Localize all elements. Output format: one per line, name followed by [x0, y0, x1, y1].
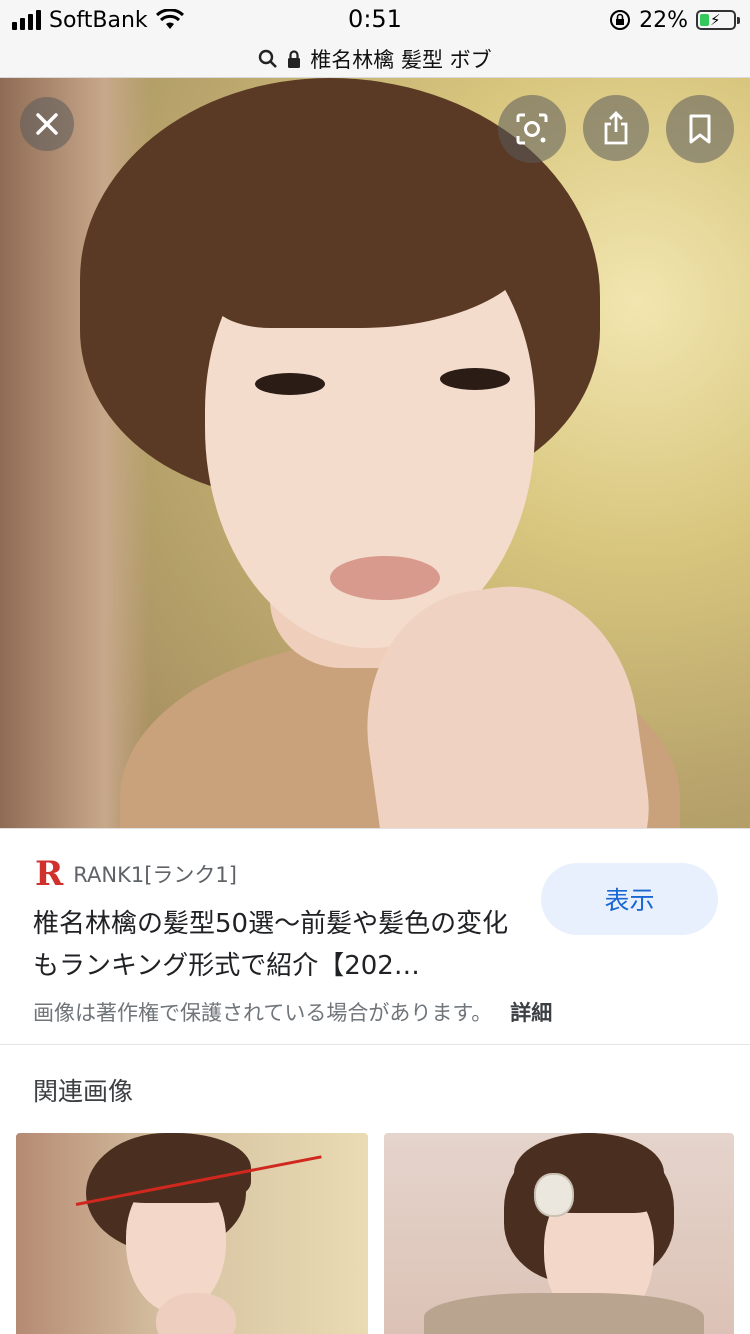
- source-name: RANK1[ランク1]: [73, 863, 237, 887]
- related-image-thumbnail[interactable]: [16, 1133, 368, 1334]
- status-bar: SoftBank 0:51 22% ⚡: [0, 0, 750, 40]
- search-icon: [259, 49, 278, 68]
- search-query: 椎名林檎 髪型 ボブ: [310, 47, 492, 72]
- result-info-panel: R RANK1[ランク1] 椎名林檎の髪型50選〜前髪や髪色の変化もランキング形…: [0, 828, 750, 1045]
- main-image[interactable]: [0, 78, 750, 828]
- source-link[interactable]: R RANK1[ランク1]: [35, 857, 237, 891]
- details-link[interactable]: 詳細: [510, 997, 552, 1027]
- share-icon: [604, 111, 628, 145]
- address-bar[interactable]: 椎名林檎 髪型 ボブ: [0, 40, 750, 78]
- battery-percent: 22%: [639, 7, 688, 33]
- related-images-heading: 関連画像: [33, 1077, 134, 1106]
- source-logo: R: [35, 854, 64, 894]
- bookmark-button[interactable]: [666, 95, 734, 163]
- share-button[interactable]: [583, 95, 649, 161]
- battery-charging-icon: ⚡: [696, 10, 740, 30]
- copyright-notice: 画像は著作権で保護されている場合があります。 詳細: [33, 997, 552, 1027]
- bookmark-icon: [689, 114, 711, 144]
- view-button[interactable]: 表示: [541, 863, 718, 935]
- copyright-text: 画像は著作権で保護されている場合があります。: [33, 1001, 493, 1025]
- related-image-thumbnail[interactable]: [384, 1133, 734, 1334]
- lens-button[interactable]: [498, 95, 566, 163]
- result-title[interactable]: 椎名林檎の髪型50選〜前髪や髪色の変化もランキング形式で紹介【202…: [33, 903, 513, 987]
- lens-icon: [516, 113, 548, 145]
- close-button[interactable]: [20, 97, 74, 151]
- close-icon: [36, 113, 58, 135]
- lock-icon: [288, 49, 301, 68]
- rotation-lock-icon: [610, 10, 631, 30]
